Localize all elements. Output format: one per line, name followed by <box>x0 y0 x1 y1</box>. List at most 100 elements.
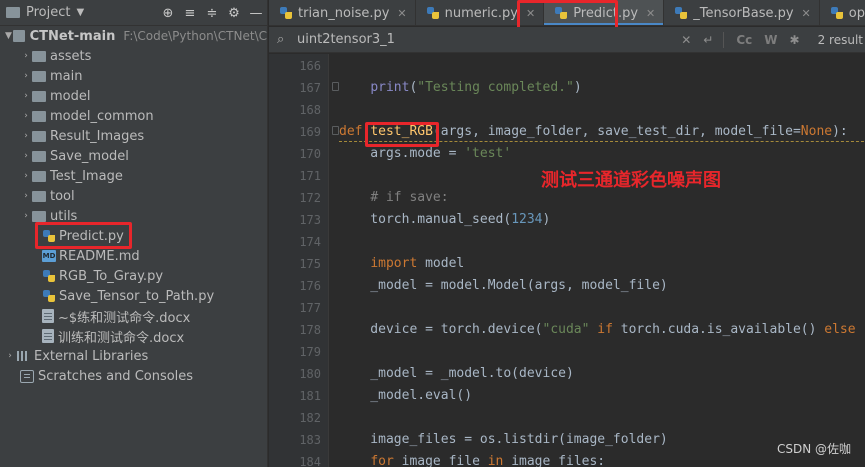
project-panel-header: Project ▼ ⊕ ≡ ≑ ⚙ — <box>0 0 267 26</box>
tree-file-predict[interactable]: Predict.py <box>0 226 267 246</box>
tree-folder-label: utils <box>50 208 78 224</box>
chevron-right-icon[interactable]: › <box>20 91 32 101</box>
tab-option[interactable]: option.py ✕ <box>820 0 865 25</box>
tree-file[interactable]: MD README.md <box>0 246 267 266</box>
search-input[interactable]: uint2tensor3_1 <box>297 32 395 47</box>
line-number: 180 <box>299 367 321 381</box>
code-line[interactable]: _model.eval() <box>339 385 472 407</box>
chevron-right-icon[interactable]: › <box>20 131 32 141</box>
code-warning-underline <box>339 140 865 142</box>
tree-folder[interactable]: › Test_Image <box>0 166 267 186</box>
tree-file[interactable]: RGB_To_Gray.py <box>0 266 267 286</box>
tab-label: Predict.py <box>573 5 639 21</box>
line-number: 166 <box>299 59 321 73</box>
tree-folder-label: model_common <box>50 108 154 124</box>
chevron-right-icon[interactable]: › <box>20 111 32 121</box>
python-file-icon <box>830 6 844 20</box>
line-number: 182 <box>299 411 321 425</box>
code-line[interactable]: device = torch.device("cuda" if torch.cu… <box>339 319 855 341</box>
root-folder-path: F:\Code\Python\CTNet\C <box>123 29 267 43</box>
tree-file-label: RGB_To_Gray.py <box>59 268 164 284</box>
fold-marker-icon[interactable] <box>332 126 339 135</box>
tree-file[interactable]: 训练和测试命令.docx <box>0 326 267 346</box>
tree-folder-label: assets <box>50 48 92 64</box>
line-number: 174 <box>299 235 321 249</box>
tree-folder[interactable]: › model_common <box>0 106 267 126</box>
tree-folder[interactable]: › model <box>0 86 267 106</box>
tab-predict[interactable]: Predict.py ✕ <box>544 0 665 25</box>
chevron-right-icon[interactable]: › <box>20 151 32 161</box>
line-number: 172 <box>299 191 321 205</box>
tree-item-label: External Libraries <box>34 348 149 364</box>
close-icon[interactable]: ✕ <box>526 7 535 20</box>
close-icon[interactable]: ✕ <box>646 7 655 20</box>
tree-file-label: Predict.py <box>59 228 124 244</box>
code-line[interactable]: for image_file in image_files: <box>339 451 605 467</box>
code-line[interactable]: # if save: <box>339 187 448 209</box>
tab-label: option.py <box>848 5 865 21</box>
tree-external-libraries[interactable]: › External Libraries <box>0 346 267 366</box>
close-icon[interactable]: ✕ <box>802 7 811 20</box>
tab-numeric[interactable]: numeric.py ✕ <box>416 0 545 25</box>
tab-tensorbase[interactable]: _TensorBase.py ✕ <box>664 0 820 25</box>
chevron-down-icon[interactable]: ▼ <box>76 7 84 18</box>
tree-file-label: 训练和测试命令.docx <box>58 330 185 346</box>
line-number: 171 <box>299 169 321 183</box>
match-case-toggle[interactable]: Cc <box>736 33 752 47</box>
python-file-icon <box>426 6 440 20</box>
editor-tab-bar: trian_noise.py ✕ numeric.py ✕ Predict.py… <box>269 0 865 26</box>
tree-folder[interactable]: › tool <box>0 186 267 206</box>
line-number: 170 <box>299 147 321 161</box>
tree-file[interactable]: ~$练和测试命令.docx <box>0 306 267 326</box>
gutter-divider <box>328 54 329 467</box>
tree-folder-label: main <box>50 68 83 84</box>
tree-root[interactable]: ▼ CTNet-main F:\Code\Python\CTNet\C <box>0 26 267 46</box>
chevron-right-icon[interactable]: › <box>20 51 32 61</box>
chevron-right-icon[interactable]: › <box>20 211 32 221</box>
chevron-down-icon[interactable]: ▼ <box>4 31 13 41</box>
tab-trian-noise[interactable]: trian_noise.py ✕ <box>269 0 416 25</box>
code-line[interactable]: import model <box>339 253 464 275</box>
code-line[interactable]: _model = model.Model(args, model_file) <box>339 275 667 297</box>
regex-toggle-icon[interactable]: ✱ <box>790 33 800 47</box>
python-file-icon <box>674 6 688 20</box>
locate-file-icon[interactable]: ⊕ <box>157 6 179 21</box>
search-icon[interactable]: ⌕ <box>277 32 295 47</box>
line-number: 167 <box>299 81 321 95</box>
chevron-right-icon[interactable]: › <box>4 351 16 361</box>
tree-folder[interactable]: › Save_model <box>0 146 267 166</box>
whole-words-toggle[interactable]: W <box>764 33 777 47</box>
tree-file-label: ~$练和测试命令.docx <box>58 310 191 326</box>
tree-scratches[interactable]: Scratches and Consoles <box>0 366 267 386</box>
gear-icon[interactable]: ⚙ <box>223 6 245 21</box>
project-view-selector[interactable]: Project <box>26 5 70 20</box>
code-line[interactable]: torch.manual_seed(1234) <box>339 209 550 231</box>
tree-folder[interactable]: › assets <box>0 46 267 66</box>
line-number: 169 <box>299 125 321 139</box>
chevron-right-icon[interactable]: › <box>20 71 32 81</box>
new-line-icon[interactable]: ↵ <box>703 33 713 47</box>
tree-folder[interactable]: › Result_Images <box>0 126 267 146</box>
document-file-icon <box>42 309 54 323</box>
close-icon[interactable]: ✕ <box>397 7 406 20</box>
code-line[interactable]: print("Testing completed.") <box>339 77 581 99</box>
chevron-right-icon[interactable]: › <box>20 191 32 201</box>
tree-file[interactable]: Save_Tensor_to_Path.py <box>0 286 267 306</box>
annotation-label: 测试三通道彩色噪声图 <box>541 170 721 191</box>
chevron-right-icon[interactable]: › <box>20 171 32 181</box>
collapse-all-icon[interactable]: ≡ <box>179 6 201 21</box>
tree-folder[interactable]: › utils <box>0 206 267 226</box>
code-editor[interactable]: 166 167 print("Testing completed.") 168 169… <box>269 54 865 467</box>
folder-icon <box>32 110 46 122</box>
python-file-icon <box>279 6 293 20</box>
hide-panel-icon[interactable]: — <box>245 6 267 21</box>
root-folder-name: CTNet-main <box>29 28 116 44</box>
code-line[interactable]: image_files = os.listdir(image_folder) <box>339 429 667 451</box>
tree-folder[interactable]: › main <box>0 66 267 86</box>
clear-search-icon[interactable]: ✕ <box>681 33 691 47</box>
code-line[interactable]: _model = _model.to(device) <box>339 363 574 385</box>
fold-marker-icon[interactable] <box>332 82 339 91</box>
expand-all-icon[interactable]: ≑ <box>201 6 223 21</box>
tab-label: trian_noise.py <box>298 5 390 21</box>
code-line[interactable]: args.mode = 'test' <box>339 143 511 165</box>
